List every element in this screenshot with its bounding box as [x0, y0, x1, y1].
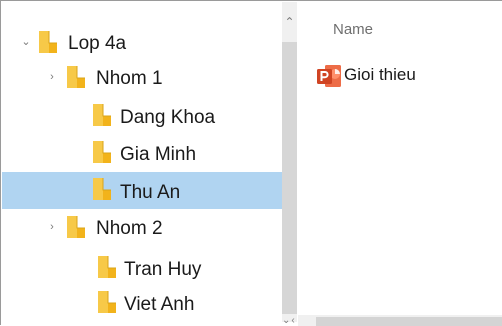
tree-item-dang-khoa[interactable]: Dang Khoa	[2, 98, 282, 135]
folder-icon	[67, 66, 85, 88]
explorer-window: ⌄ Lop 4a › Nhom 1 Dang Khoa Gia Minh Thu…	[0, 0, 502, 326]
chevron-down-icon[interactable]: ⌄	[20, 36, 32, 48]
navigation-tree: ⌄ Lop 4a › Nhom 1 Dang Khoa Gia Minh Thu…	[2, 2, 282, 322]
horizontal-scrollbar[interactable]	[298, 315, 502, 326]
tree-item-nhom-1[interactable]: › Nhom 1	[2, 60, 282, 97]
powerpoint-icon	[317, 65, 341, 87]
tree-item-label: Lop 4a	[68, 33, 127, 54]
tree-item-label: Viet Anh	[124, 294, 195, 315]
tree-item-nhom-2[interactable]: › Nhom 2	[2, 210, 282, 247]
scrollbar-thumb[interactable]	[282, 42, 297, 314]
scroll-corner-arrows[interactable]: ⌄‹	[282, 315, 298, 326]
tree-item-label: Dang Khoa	[120, 107, 216, 128]
tree-item-label: Nhom 2	[96, 218, 163, 239]
folder-icon	[98, 256, 116, 278]
folder-icon	[93, 104, 111, 126]
tree-vertical-scrollbar[interactable]: ⌃	[282, 2, 297, 322]
folder-icon	[39, 31, 57, 53]
folder-icon	[93, 178, 111, 200]
tree-item-viet-anh[interactable]: Viet Anh	[2, 285, 282, 322]
scroll-up-arrow-icon[interactable]: ⌃	[283, 16, 296, 28]
folder-icon	[67, 216, 85, 238]
column-header-name[interactable]: Name	[333, 21, 373, 38]
tree-item-thu-an[interactable]: Thu An	[2, 172, 282, 209]
tree-item-label: Gia Minh	[120, 144, 197, 165]
tree-item-gia-minh[interactable]: Gia Minh	[2, 135, 282, 172]
tree-item-label: Nhom 1	[96, 68, 163, 89]
tree-item-label: Tran Huy	[124, 259, 202, 280]
tree-item-lop-4a[interactable]: ⌄ Lop 4a	[2, 25, 282, 62]
folder-icon	[93, 141, 111, 163]
tree-item-tran-huy[interactable]: Tran Huy	[2, 250, 282, 287]
file-list-pane: Name Gioi thieu	[298, 2, 502, 326]
chevron-right-icon[interactable]: ›	[46, 221, 58, 233]
chevron-right-icon[interactable]: ›	[46, 71, 58, 83]
folder-icon	[98, 291, 116, 313]
tree-item-label: Thu An	[120, 182, 181, 203]
file-name: Gioi thieu	[344, 65, 416, 84]
